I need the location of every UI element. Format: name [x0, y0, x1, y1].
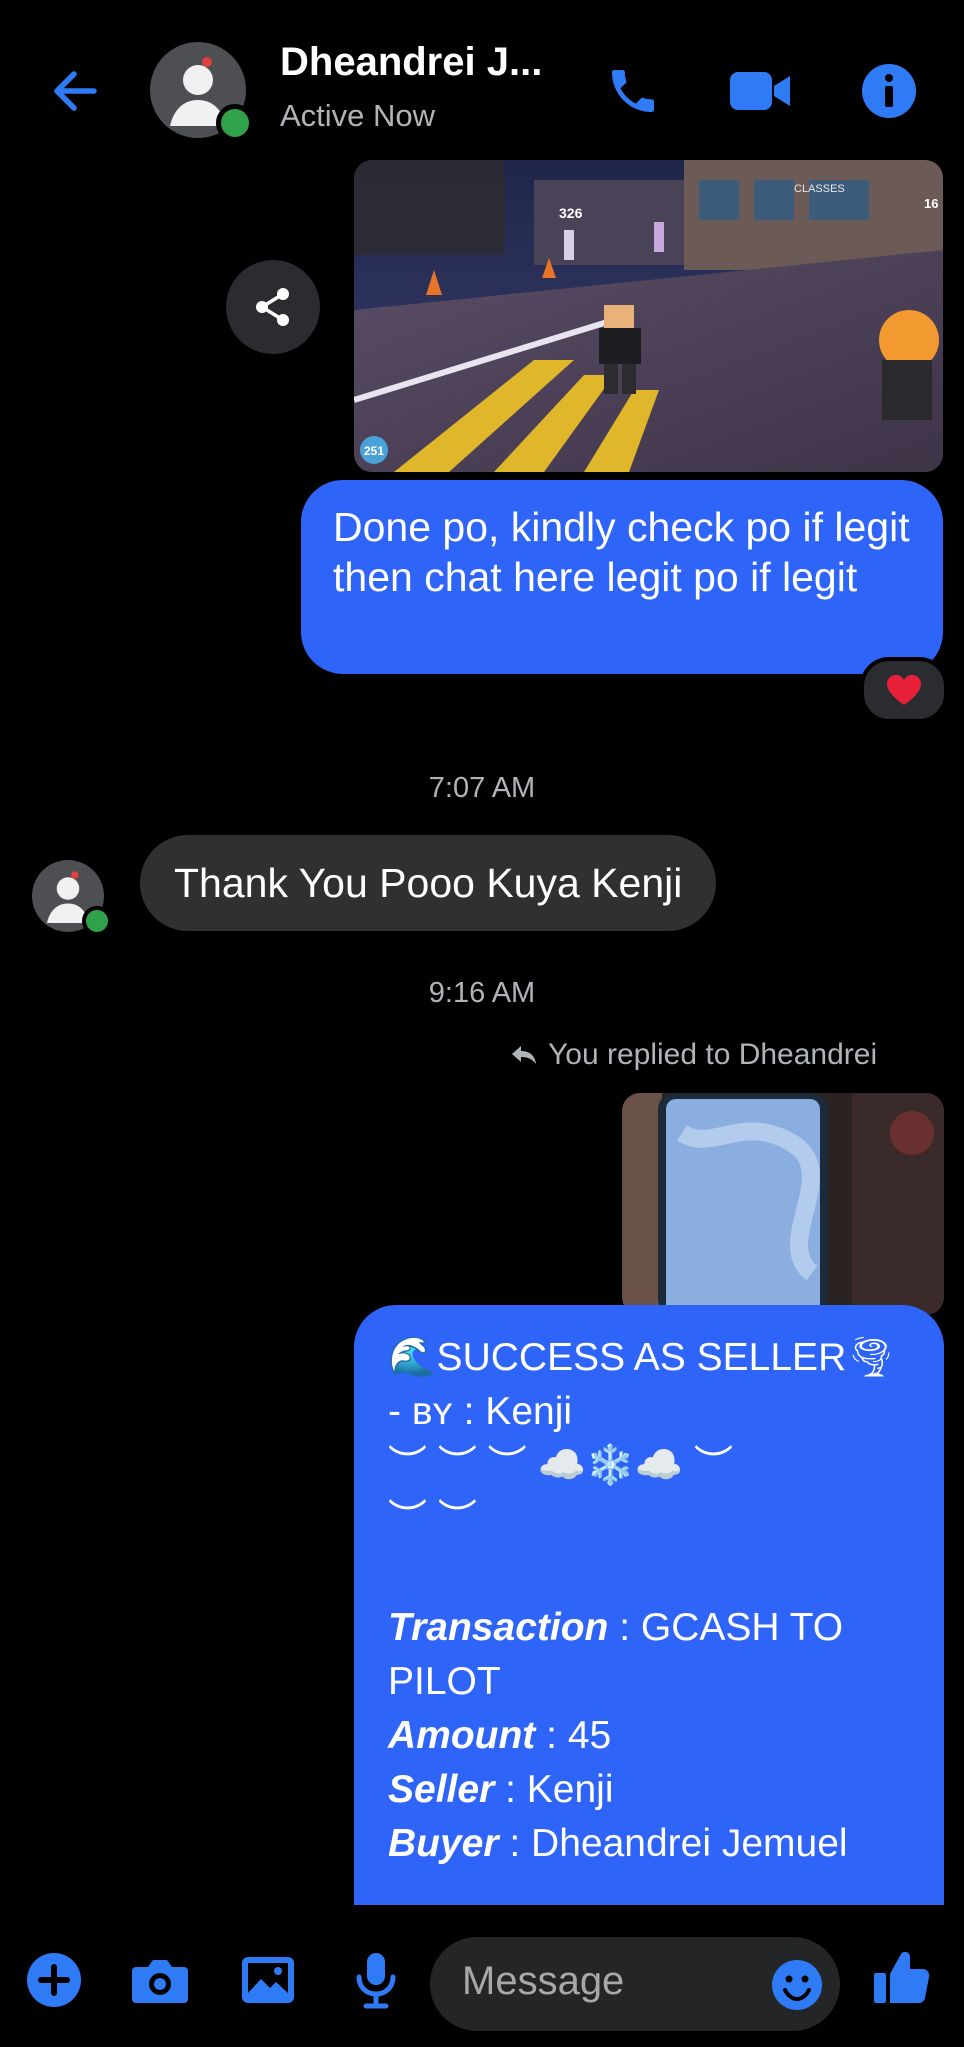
receipt-title: 🌊SUCCESS AS SELLER🌪: [388, 1336, 896, 1379]
receipt-seller: Seller : Kenji: [388, 1768, 614, 1811]
reaction-badge[interactable]: [860, 657, 948, 723]
game-hud-score: 326: [559, 205, 583, 221]
timestamp: 9:16 AM: [428, 977, 536, 1009]
online-indicator: [82, 906, 112, 936]
gallery-icon[interactable]: [238, 1950, 298, 2010]
game-hud-coins: 251: [364, 444, 384, 458]
incoming-message[interactable]: Thank You Pooo Kuya Kenji: [140, 835, 717, 931]
heart-icon: [887, 675, 921, 705]
share-button[interactable]: [226, 260, 320, 354]
reply-label: You replied to Dheandrei: [548, 1038, 878, 1071]
phone-icon[interactable]: [600, 58, 666, 124]
active-status: Active Now: [280, 98, 436, 133]
timestamp: 7:07 AM: [428, 772, 536, 804]
reply-icon: [512, 1046, 536, 1064]
shared-photo-game-screenshot[interactable]: 326 CLASSES 16 251: [354, 160, 943, 472]
video-icon[interactable]: [728, 58, 794, 124]
info-icon[interactable]: [856, 58, 922, 124]
outgoing-message[interactable]: Done po, kindly check po if legit then c…: [301, 480, 943, 674]
thumbs-up-icon[interactable]: [868, 1944, 934, 2010]
outgoing-message-receipt[interactable]: 🌊SUCCESS AS SELLER🌪 - ʙʏ : Kenji ︶ ︶ ︶ ☁…: [354, 1305, 944, 1905]
reply-indicator: You replied to Dheandrei: [510, 1038, 877, 1072]
receipt-transaction: Transaction : GCASH TO: [388, 1606, 844, 1649]
game-sign-classes: CLASSES: [794, 183, 845, 195]
conversation-header: Dheandrei J... Active Now: [0, 0, 964, 175]
contact-name[interactable]: Dheandrei J...: [280, 40, 542, 85]
emoji-icon[interactable]: [770, 1958, 824, 2012]
receipt-byline: - ʙʏ : Kenji: [388, 1390, 573, 1433]
share-icon: [256, 288, 289, 326]
quoted-photo-phone[interactable]: [622, 1093, 944, 1315]
game-hud-count: 16: [924, 196, 938, 211]
receipt-decor: ︶ ︶: [388, 1498, 477, 1541]
message-text: Done po, kindly check po if legit then c…: [333, 504, 910, 600]
back-arrow-icon[interactable]: [42, 58, 108, 124]
plus-icon[interactable]: [24, 1950, 84, 2010]
receipt-buyer: Buyer : Dheandrei Jemuel: [388, 1822, 848, 1865]
receipt-decor: ︶ ︶ ︶ ☁️❄️☁️ ︶: [388, 1444, 734, 1487]
online-indicator: [216, 104, 254, 142]
receipt-transaction-cont: PILOT: [388, 1660, 501, 1703]
camera-icon[interactable]: [130, 1950, 190, 2010]
message-placeholder: Message: [462, 1959, 625, 2003]
mic-icon[interactable]: [346, 1950, 406, 2010]
receipt-amount: Amount : 45: [388, 1714, 612, 1757]
